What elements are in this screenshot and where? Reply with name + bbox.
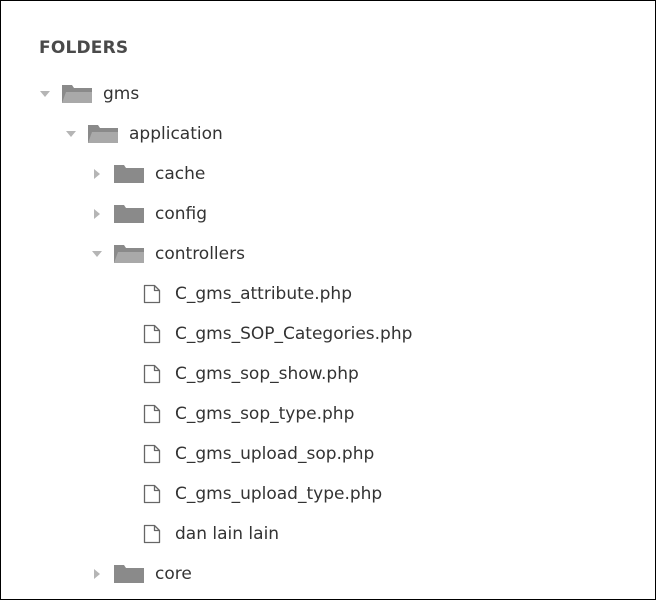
folder-label: controllers <box>155 244 245 264</box>
folder-open-icon <box>87 123 119 145</box>
folder-item-controllers[interactable]: controllers <box>1 234 655 274</box>
file-item-c-gms-sop-type-php[interactable]: C_gms_sop_type.php <box>1 394 655 434</box>
file-item-c-gms-sop-categories-php[interactable]: C_gms_SOP_Categories.php <box>1 314 655 354</box>
file-label: C_gms_upload_sop.php <box>175 444 375 464</box>
file-icon <box>143 524 161 544</box>
folder-label: application <box>129 124 223 144</box>
file-item-c-gms-upload-type-php[interactable]: C_gms_upload_type.php <box>1 474 655 514</box>
chevron-down-icon[interactable] <box>39 88 51 100</box>
file-icon <box>143 284 161 304</box>
folders-header: FOLDERS <box>39 38 129 58</box>
folder-item-gms[interactable]: gms <box>1 74 655 114</box>
folder-label: core <box>155 564 192 584</box>
file-label: C_gms_sop_show.php <box>175 364 359 384</box>
folder-icon <box>113 563 145 585</box>
file-icon <box>143 404 161 424</box>
chevron-down-icon[interactable] <box>91 248 103 260</box>
file-icon <box>143 484 161 504</box>
folder-item-core[interactable]: core <box>1 554 655 594</box>
file-item-c-gms-upload-sop-php[interactable]: C_gms_upload_sop.php <box>1 434 655 474</box>
file-label: C_gms_upload_type.php <box>175 484 383 504</box>
folder-icon <box>113 163 145 185</box>
folder-label: gms <box>103 84 140 104</box>
file-item-c-gms-attribute-php[interactable]: C_gms_attribute.php <box>1 274 655 314</box>
file-icon <box>143 364 161 384</box>
file-label: C_gms_SOP_Categories.php <box>175 324 413 344</box>
file-label: C_gms_attribute.php <box>175 284 352 304</box>
folder-label: cache <box>155 164 206 184</box>
chevron-right-icon[interactable] <box>91 568 103 580</box>
folder-open-icon <box>113 243 145 265</box>
folder-item-cache[interactable]: cache <box>1 154 655 194</box>
file-label: C_gms_sop_type.php <box>175 404 355 424</box>
folder-open-icon <box>61 83 93 105</box>
chevron-right-icon[interactable] <box>91 208 103 220</box>
chevron-right-icon[interactable] <box>91 168 103 180</box>
folder-label: config <box>155 204 208 224</box>
chevron-down-icon[interactable] <box>65 128 77 140</box>
folder-item-application[interactable]: application <box>1 114 655 154</box>
folder-item-config[interactable]: config <box>1 194 655 234</box>
file-item-dan-lain-lain[interactable]: dan lain lain <box>1 514 655 554</box>
folder-tree: gms application cache config controllers C_gm… <box>1 74 655 594</box>
file-label: dan lain lain <box>175 524 280 544</box>
file-item-c-gms-sop-show-php[interactable]: C_gms_sop_show.php <box>1 354 655 394</box>
sidebar-panel: FOLDERS gms application cache config control… <box>0 0 656 600</box>
file-icon <box>143 324 161 344</box>
folder-icon <box>113 203 145 225</box>
file-icon <box>143 444 161 464</box>
